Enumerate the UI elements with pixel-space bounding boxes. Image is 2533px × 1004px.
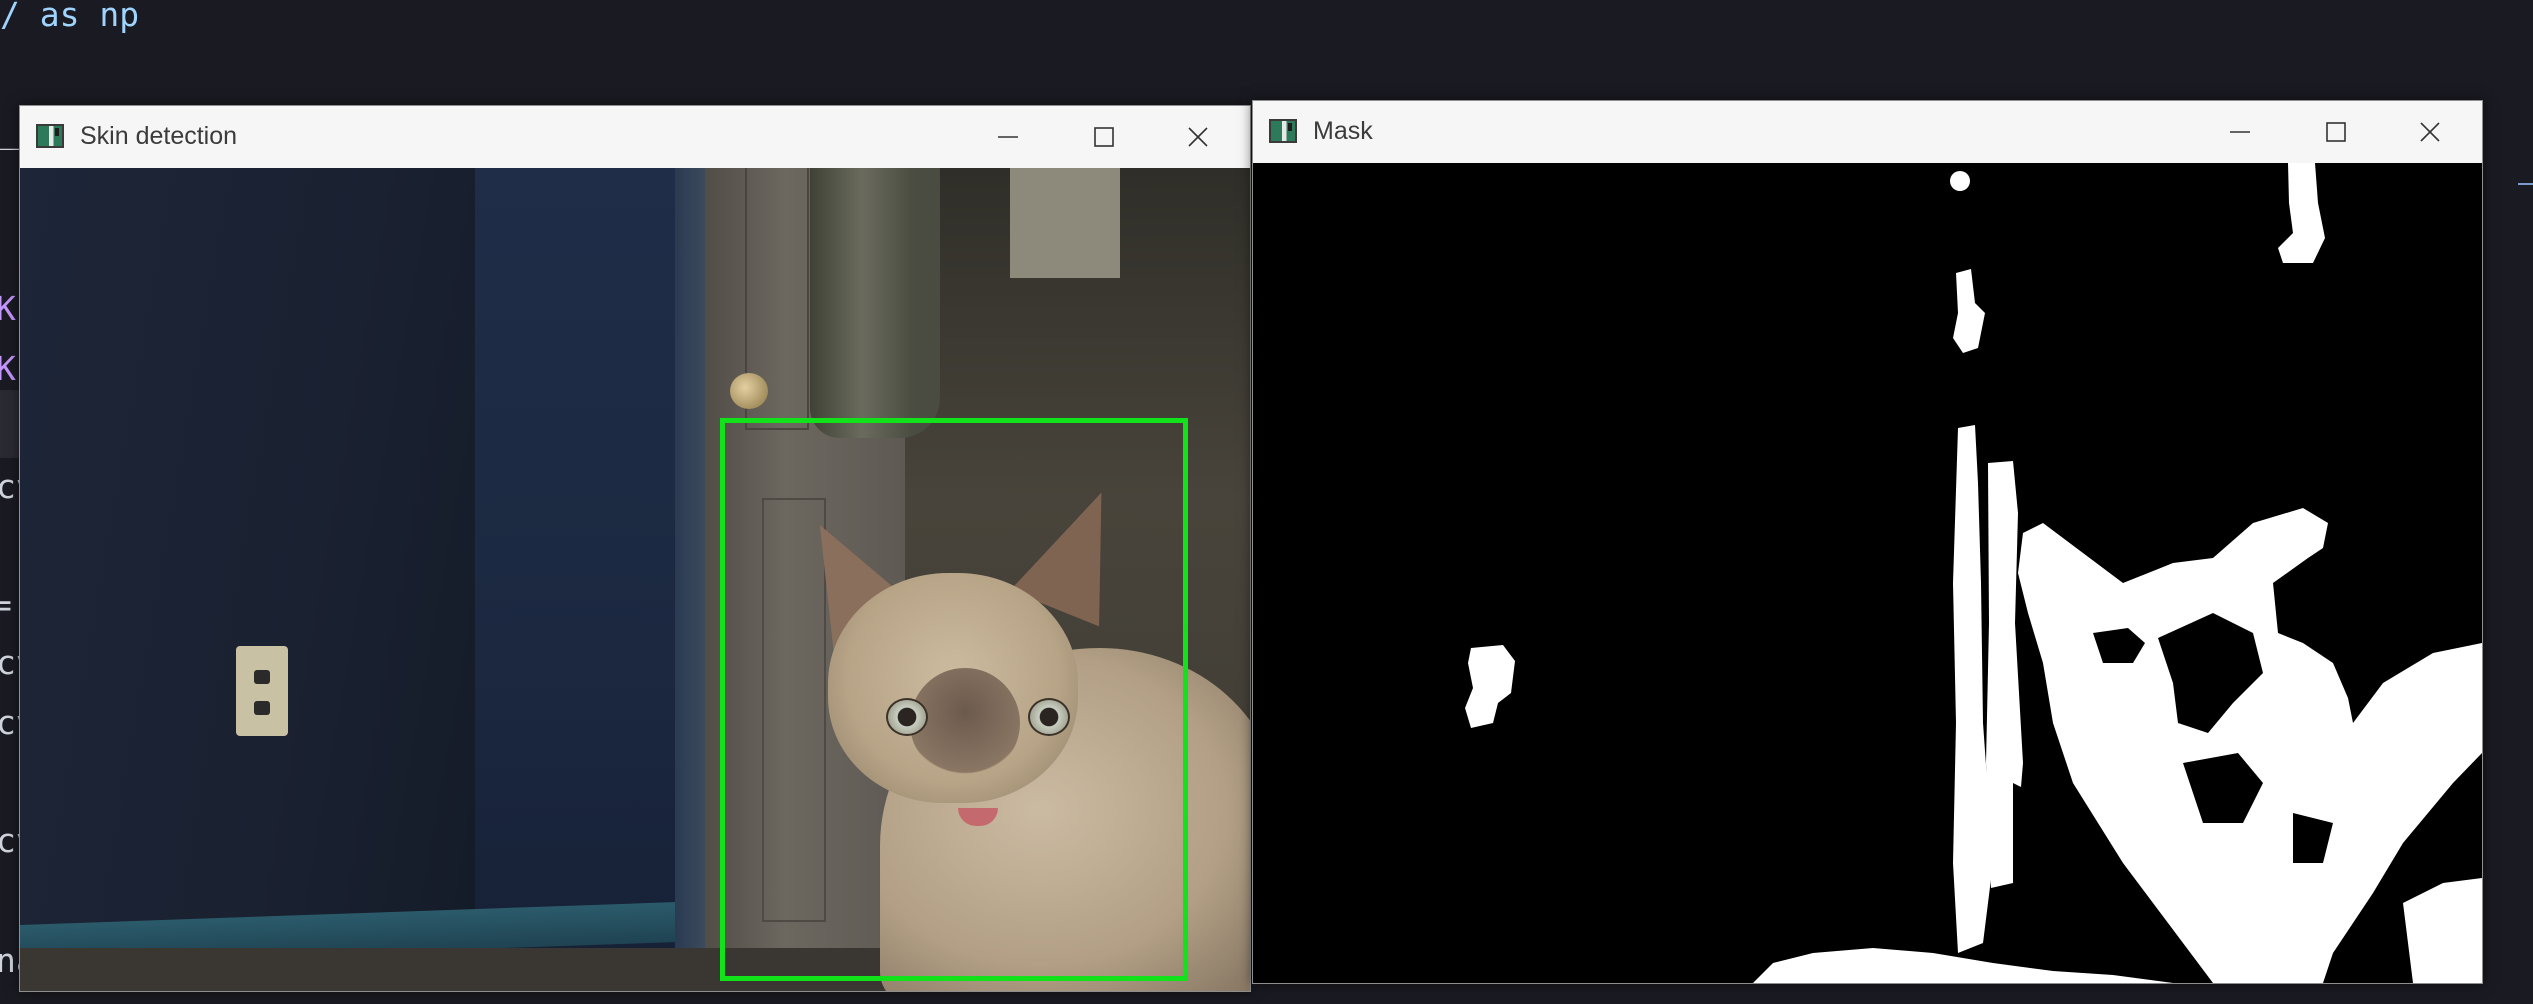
mask-blob — [1753, 948, 2173, 983]
window-title: Skin detection — [80, 122, 238, 150]
wall-outlet — [236, 646, 288, 736]
mask-hole — [2013, 783, 2073, 903]
mask-frame — [1253, 163, 2482, 983]
maximize-icon — [2326, 122, 2346, 142]
code-line: = — [0, 585, 12, 624]
maximize-button[interactable] — [1058, 106, 1150, 168]
binary-mask-image — [1465, 163, 2482, 983]
minimize-icon — [2230, 131, 2250, 133]
minimize-button[interactable] — [2194, 101, 2286, 163]
maximize-icon — [1094, 127, 1114, 147]
minimize-button[interactable] — [962, 106, 1054, 168]
close-icon — [1188, 127, 1208, 147]
lamp-light — [1010, 168, 1120, 278]
mask-blob — [1465, 645, 1515, 728]
minimize-icon — [998, 136, 1018, 138]
wall — [20, 168, 475, 991]
camera-frame — [20, 168, 1250, 991]
mask-blob — [1950, 171, 1970, 191]
scroll-marker — [2518, 183, 2533, 185]
detection-bounding-box — [720, 418, 1188, 981]
mask-blob — [1953, 425, 1993, 953]
door-knob — [730, 373, 768, 409]
close-button[interactable] — [2384, 101, 2476, 163]
hanging-cloth — [810, 168, 940, 438]
code-line: / as np — [0, 0, 140, 34]
mask-blob — [2403, 878, 2482, 983]
close-icon — [2420, 122, 2440, 142]
maximize-button[interactable] — [2290, 101, 2382, 163]
opencv-window-icon — [36, 124, 64, 148]
window-titlebar[interactable]: Mask — [1253, 101, 2482, 163]
wall — [475, 168, 695, 991]
mask-blob — [1953, 269, 1985, 353]
mask-blob — [2278, 163, 2325, 263]
mask-window[interactable]: Mask — [1252, 100, 2483, 984]
window-titlebar[interactable]: Skin detection — [20, 106, 1250, 168]
opencv-window-icon — [1269, 119, 1297, 143]
window-title: Mask — [1313, 117, 1373, 145]
skin-detection-window[interactable]: Skin detection — [19, 105, 1251, 992]
close-button[interactable] — [1152, 106, 1244, 168]
door-frame — [675, 168, 705, 991]
